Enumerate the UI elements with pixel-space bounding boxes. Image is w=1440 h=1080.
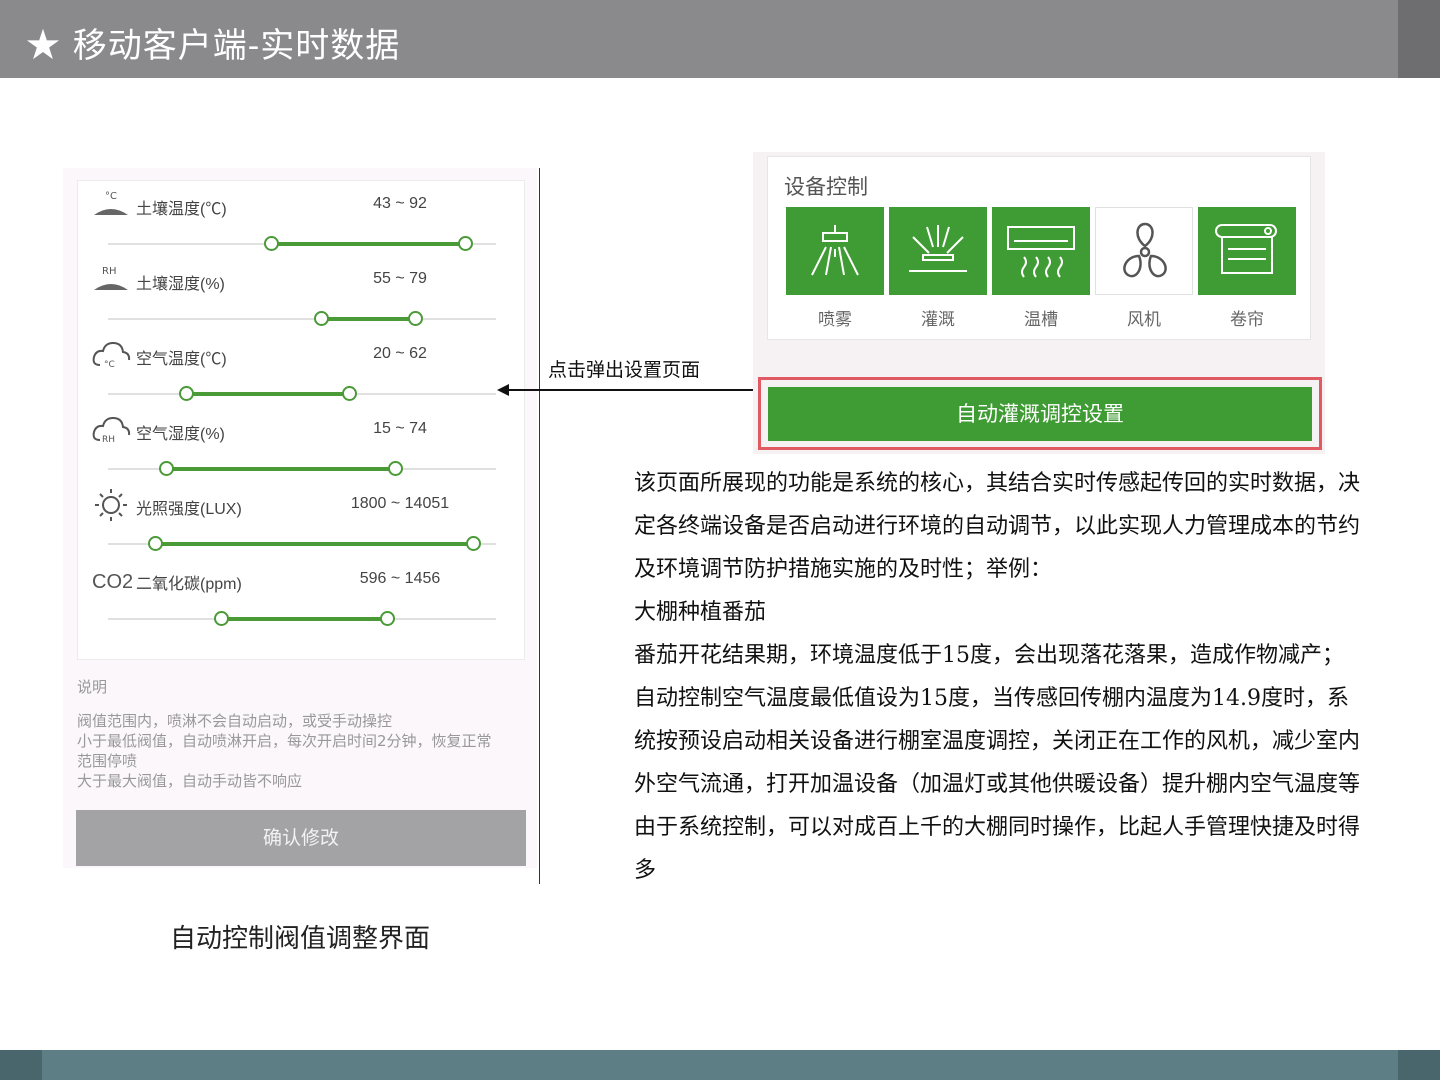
slider-fill <box>185 392 349 396</box>
arrow-label: 点击弹出设置页面 <box>548 359 701 381</box>
threshold-row-co2: CO2 二氧化碳(ppm) 596 ~ 1456 <box>78 556 526 631</box>
footer-bar <box>0 1050 1440 1080</box>
svg-text:RH: RH <box>102 266 116 277</box>
co2-icon: CO2 <box>92 571 132 593</box>
confirm-button[interactable]: 确认修改 <box>76 810 526 866</box>
slider-min-handle[interactable] <box>178 386 194 401</box>
title-corner-decoration <box>1398 0 1440 78</box>
device-tile-roller-blind[interactable] <box>1198 207 1296 295</box>
range-slider[interactable] <box>108 236 496 251</box>
heater-icon <box>1007 226 1075 278</box>
threshold-label: 空气温度(℃) <box>136 351 227 368</box>
threshold-screen: °C 土壤温度(℃) 43 ~ 92 RH 土壤湿度(%) 55 ~ 79 °C… <box>63 168 537 868</box>
slider-max-handle[interactable] <box>341 386 357 401</box>
range-slider[interactable] <box>108 461 496 476</box>
threshold-card: °C 土壤温度(℃) 43 ~ 92 RH 土壤湿度(%) 55 ~ 79 °C… <box>77 180 525 660</box>
threshold-row-air-temperature: °C 空气温度(℃) 20 ~ 62 <box>78 331 526 406</box>
slider-fill <box>270 242 465 246</box>
soil-humidity-icon: RH <box>94 266 128 290</box>
notes-line: 小于最低阀值，自动喷淋开启，每次开启时间2分钟，恢复正常 <box>77 732 492 750</box>
device-label: 温槽 <box>1024 310 1058 330</box>
device-tile-heater[interactable] <box>992 207 1090 295</box>
svg-text:°C: °C <box>104 360 115 370</box>
threshold-notes: 说明 阀值范围内，喷淋不会自动启动，或受手动操控 小于最低阀值，自动喷淋开启，每… <box>77 676 529 791</box>
irrigation-icon <box>909 225 967 272</box>
soil-temperature-icon: °C <box>94 191 128 215</box>
threshold-row-soil-humidity: RH 土壤湿度(%) 55 ~ 79 <box>78 256 526 331</box>
vertical-divider <box>539 168 540 884</box>
slider-fill <box>166 467 396 471</box>
slider-min-handle[interactable] <box>159 461 175 476</box>
slider-fill <box>220 617 388 621</box>
description-paragraph: 由于系统控制，可以对成百上千的大棚同时操作，比起人手管理快捷及时得多 <box>634 815 1361 883</box>
device-tile-irrigation[interactable] <box>889 207 987 295</box>
device-tile-spray[interactable] <box>786 207 884 295</box>
slider-fill <box>321 317 415 321</box>
device-control-title: 设备控制 <box>784 175 868 199</box>
description-paragraph: 自动控制空气温度最低值设为15度，当传感回传棚内温度为14.9度时，系统按预设启… <box>634 686 1361 797</box>
range-slider[interactable] <box>108 386 496 401</box>
slider-max-handle[interactable] <box>388 461 404 476</box>
notes-line: 阀值范围内，喷淋不会自动启动，或受手动操控 <box>77 712 393 730</box>
threshold-label: 空气湿度(%) <box>136 426 225 443</box>
device-label: 风机 <box>1127 310 1161 330</box>
slider-min-handle[interactable] <box>263 236 279 251</box>
page-title: ★ 移动客户端-实时数据 <box>26 26 401 66</box>
device-control-card: 设备控制 喷雾 灌溉 温槽 风机 卷帘 <box>767 156 1311 340</box>
range-slider[interactable] <box>108 536 496 551</box>
device-label: 喷雾 <box>818 310 852 330</box>
slider-min-handle[interactable] <box>314 311 330 326</box>
slider-max-handle[interactable] <box>407 311 423 326</box>
notes-line: 大于最大阀值，自动手动皆不响应 <box>77 772 303 790</box>
svg-text:RH: RH <box>102 435 115 445</box>
arrow-line <box>505 389 755 391</box>
threshold-range: 1800 ~ 14051 <box>350 495 450 512</box>
fan-icon <box>1123 222 1167 278</box>
svg-text:°C: °C <box>105 191 117 202</box>
slider-min-handle[interactable] <box>147 536 163 551</box>
device-label: 卷帘 <box>1230 310 1264 330</box>
threshold-range: 15 ~ 74 <box>373 420 427 437</box>
threshold-row-air-humidity: RH 空气湿度(%) 15 ~ 74 <box>78 406 526 481</box>
slider-max-handle[interactable] <box>457 236 473 251</box>
svg-text:CO2: CO2 <box>92 571 132 593</box>
threshold-range: 20 ~ 62 <box>373 345 427 362</box>
auto-irrigation-settings-button[interactable]: 自动灌溉调控设置 <box>768 387 1312 441</box>
range-slider[interactable] <box>108 611 496 626</box>
air-humidity-icon: RH <box>92 416 131 445</box>
threshold-range: 55 ~ 79 <box>373 270 427 287</box>
description-paragraph: 该页面所展现的功能是系统的核心，其结合实时传感起传回的实时数据，决定各终端设备是… <box>634 471 1361 582</box>
title-bar: ★ 移动客户端-实时数据 <box>0 0 1440 78</box>
device-label: 灌溉 <box>921 310 955 330</box>
range-slider[interactable] <box>108 311 496 326</box>
footer-corner-decoration <box>0 1050 42 1080</box>
air-temperature-icon: °C <box>92 341 131 370</box>
description-paragraph: 大棚种植番茄 <box>634 600 767 625</box>
threshold-range: 43 ~ 92 <box>373 195 427 212</box>
sun-icon <box>95 489 127 521</box>
threshold-range: 596 ~ 1456 <box>359 570 441 587</box>
description: 该页面所展现的功能是系统的核心，其结合实时传感起传回的实时数据，决定各终端设备是… <box>634 462 1364 892</box>
arrow-left-icon <box>497 384 509 396</box>
screen-caption: 自动控制阀值调整界面 <box>169 924 430 954</box>
threshold-label: 土壤温度(℃) <box>136 201 227 218</box>
slider-max-handle[interactable] <box>380 611 396 626</box>
roller-blind-icon <box>1215 224 1277 274</box>
threshold-label: 二氧化碳(ppm) <box>136 576 242 593</box>
highlight-frame: 自动灌溉调控设置 <box>758 377 1322 450</box>
notes-line: 范围停喷 <box>77 752 138 770</box>
description-paragraph: 番茄开花结果期，环境温度低于15度，会出现落花落果，造成作物减产； <box>634 643 1344 668</box>
footer-corner-decoration <box>1398 1050 1440 1080</box>
notes-title: 说明 <box>77 678 108 696</box>
slider-fill <box>154 542 473 546</box>
threshold-label: 光照强度(LUX) <box>136 501 242 518</box>
spray-icon <box>811 225 859 276</box>
threshold-row-soil-temperature: °C 土壤温度(℃) 43 ~ 92 <box>78 181 526 256</box>
device-tile-fan[interactable] <box>1095 207 1193 295</box>
threshold-row-light-intensity: 光照强度(LUX) 1800 ~ 14051 <box>78 481 526 556</box>
device-control-screen: 设备控制 喷雾 灌溉 温槽 风机 卷帘 自动灌溉调控设置 <box>753 152 1325 454</box>
slider-min-handle[interactable] <box>213 611 229 626</box>
slider-max-handle[interactable] <box>465 536 481 551</box>
threshold-label: 土壤湿度(%) <box>136 276 225 293</box>
